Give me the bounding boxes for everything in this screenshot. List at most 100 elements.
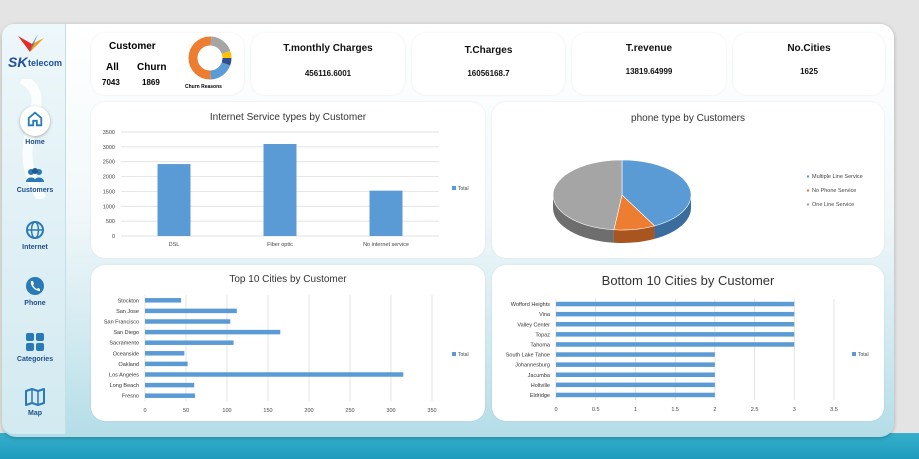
x-tick-label: 0 <box>143 408 146 414</box>
y-tick-label: Jacumba <box>528 373 551 379</box>
bar <box>556 372 715 377</box>
nav-item-phone[interactable]: Phone <box>4 276 66 307</box>
legend-label: Total <box>458 352 469 358</box>
legend-swatch <box>806 189 810 192</box>
x-tick-label: 3.5 <box>830 407 838 413</box>
nav-item-map[interactable]: Map <box>4 388 66 417</box>
bar <box>263 144 297 236</box>
y-tick-label: Valley Center <box>517 322 550 328</box>
legend-swatch <box>852 352 856 356</box>
kpi-revenue-title: T.revenue <box>625 43 673 54</box>
donut-caption: Churn Reasons <box>185 84 222 90</box>
kpi-card-total-charges: T.Charges 16056168.7 <box>412 33 565 95</box>
y-tick-label: Long Beach <box>110 383 139 389</box>
y-tick-label: Oakland <box>119 362 140 368</box>
x-tick-label: 100 <box>222 408 231 414</box>
y-tick-label: Topaz <box>535 332 550 338</box>
bottom-cities-bar-chart: 0 0.5 1 1.5 2 2.5 3 3.5 Wofford Heights Vina Valle… <box>506 299 869 413</box>
y-tick-label: San Diego <box>113 330 139 336</box>
y-tick-label: 0 <box>112 234 115 240</box>
nav-label: Map <box>28 410 42 417</box>
x-tick-label: 250 <box>345 408 354 414</box>
nav-item-home[interactable]: Home <box>4 106 66 146</box>
y-tick-label: Wofford Heights <box>511 302 550 308</box>
nav-item-customers[interactable]: Customers <box>4 167 66 194</box>
y-tick-label: South Lake Tahoe <box>506 353 550 359</box>
bar <box>145 351 185 356</box>
y-tick-label: Sacramento <box>109 341 139 347</box>
nav-item-internet[interactable]: Internet <box>4 220 66 251</box>
bar <box>145 393 196 398</box>
kpi-cities-value: 1625 <box>800 67 818 76</box>
y-tick-label: Fresno <box>122 394 139 400</box>
bar <box>556 342 795 347</box>
map-icon <box>25 388 45 406</box>
x-tick-label: 1 <box>634 407 637 413</box>
nav-label: Categories <box>16 356 54 363</box>
bar <box>145 382 195 388</box>
x-tick-label: Fiber optic <box>267 242 293 248</box>
y-tick-label: 3000 <box>103 145 115 151</box>
logo-telecom-text: telecom <box>28 58 63 68</box>
y-tick-label: 500 <box>106 219 115 225</box>
bar <box>145 298 182 303</box>
legend-swatch <box>452 186 456 190</box>
nav-item-categories[interactable]: Categories <box>4 332 66 363</box>
bar <box>145 319 231 324</box>
logo-sk-text: SK <box>8 54 28 70</box>
kpi-card-no-cities: No.Cities 1625 <box>733 33 885 95</box>
x-tick-label: 150 <box>263 408 272 414</box>
grid-icon <box>26 333 44 351</box>
kpi-all-label: All <box>106 62 119 73</box>
x-tick-label: 300 <box>386 408 395 414</box>
chart-card-phone-type: phone type by Customers Multiple Line Se… <box>492 102 884 258</box>
y-tick-label: Vina <box>539 312 551 318</box>
butterfly-logo-icon <box>18 34 44 52</box>
users-icon <box>26 168 44 182</box>
nav-label: Customers <box>16 187 54 194</box>
kpi-monthly-value: 456116.6001 <box>304 69 352 78</box>
y-tick-label: Eldridge <box>530 393 550 399</box>
chart-card-top-cities: Top 10 Cities by Customer 0 50 100 150 200 25… <box>91 265 485 421</box>
kpi-revenue-value: 13819.64999 <box>625 67 673 76</box>
x-tick-label: 1.5 <box>671 407 679 413</box>
x-tick-label: No internet service <box>363 242 409 248</box>
chart-card-bottom-cities: Bottom 10 Cities by Customer 0 0.5 1 1.5 2 2.… <box>492 265 884 421</box>
globe-icon <box>26 221 44 239</box>
kpi-card-customer: Customer All Churn 7043 1869 Churn Reaso… <box>91 33 244 95</box>
phone-type-pie-chart: Multiple Line Service No Phone Service One… <box>552 159 863 243</box>
x-tick-label: 0.5 <box>592 407 600 413</box>
y-tick-label: 1000 <box>103 204 115 210</box>
x-tick-label: DSL <box>169 242 180 248</box>
bar <box>145 340 234 345</box>
x-tick-label: 0 <box>554 407 557 413</box>
nav-label: Internet <box>22 244 48 251</box>
legend-label: Multiple Line Service <box>812 174 863 180</box>
legend-swatch <box>452 352 456 356</box>
internet-service-bar-chart: 0 500 1000 1500 2000 2500 3000 3500 DSL Fiber opt… <box>103 130 469 248</box>
bar <box>556 301 795 307</box>
bar <box>145 372 404 377</box>
kpi-customer-title: Customer <box>109 41 156 52</box>
x-tick-label: 350 <box>427 408 436 414</box>
kpi-charges-value: 16056168.7 <box>467 69 510 78</box>
nav-label: Phone <box>24 300 46 307</box>
y-tick-label: Los Angeles <box>109 373 139 379</box>
nav-label: Home <box>25 139 45 146</box>
kpi-churn-label: Churn <box>137 62 167 73</box>
bar <box>145 308 237 314</box>
y-tick-label: Johannesburg <box>515 363 550 369</box>
legend-label: One Line Service <box>812 202 854 208</box>
kpi-charges-title: T.Charges <box>464 45 513 56</box>
kpi-card-total-revenue: T.revenue 13819.64999 <box>572 33 726 95</box>
bar <box>556 382 715 388</box>
y-tick-label: Holtville <box>531 383 550 389</box>
y-tick-label: 3500 <box>103 130 115 136</box>
y-tick-label: 2500 <box>103 160 115 166</box>
bar <box>145 329 281 335</box>
y-tick-label: San Jose <box>116 309 139 315</box>
bar <box>556 332 795 337</box>
brand-logo: SK telecom <box>6 34 66 70</box>
churn-reasons-donut <box>188 36 232 80</box>
bar <box>556 352 715 357</box>
